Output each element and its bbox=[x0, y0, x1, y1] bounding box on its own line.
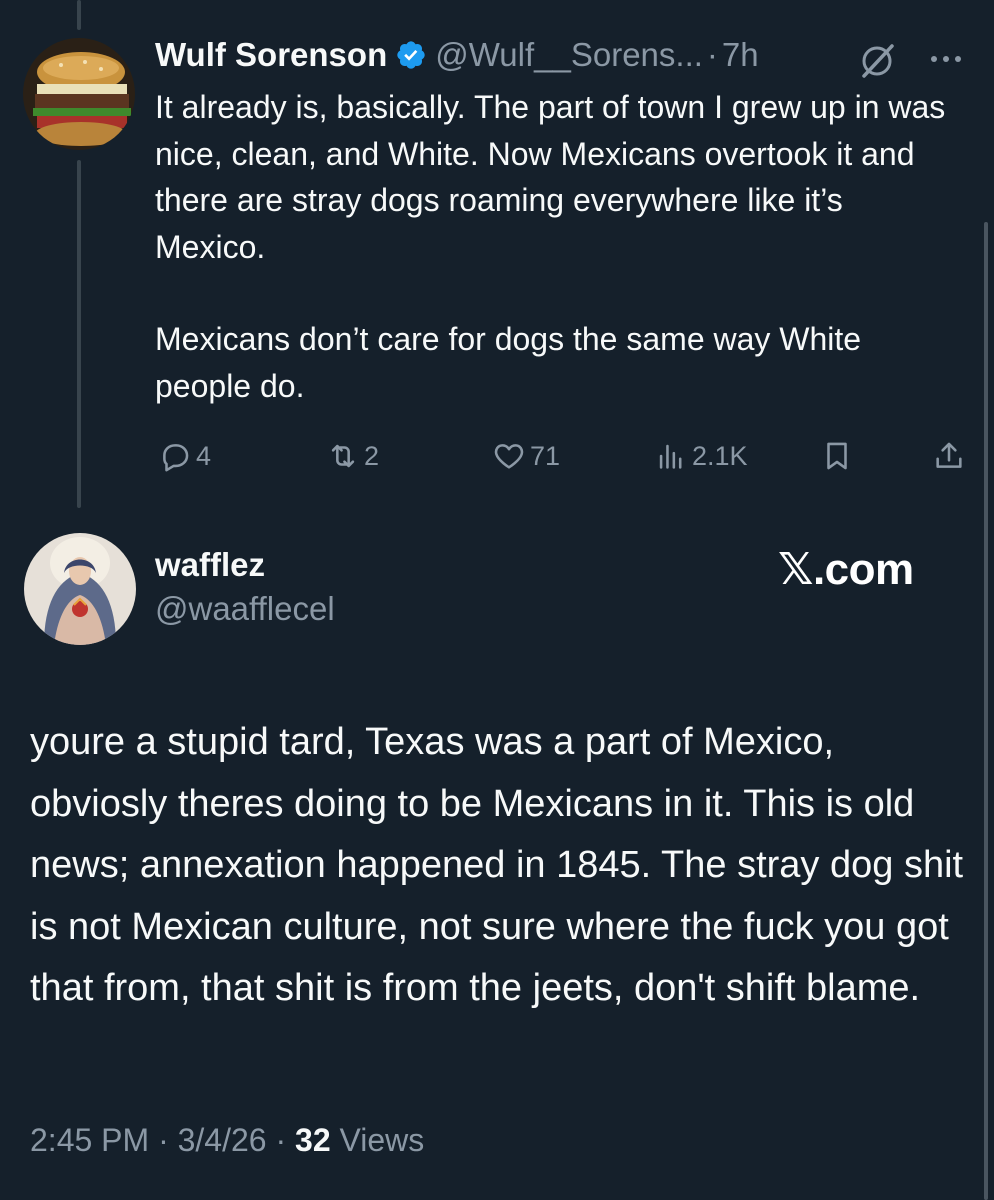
avatar[interactable] bbox=[24, 533, 136, 645]
reply-button[interactable]: 4 bbox=[158, 434, 211, 478]
heart-icon bbox=[494, 444, 524, 469]
separator: · bbox=[158, 1122, 169, 1158]
like-button[interactable]: 71 bbox=[492, 434, 560, 478]
like-count: 71 bbox=[530, 440, 561, 471]
tweet-paragraph: It already is, basically. The part of to… bbox=[155, 89, 946, 265]
reply-icon bbox=[163, 444, 189, 472]
share-button[interactable] bbox=[932, 434, 970, 478]
views-count: 2.1K bbox=[692, 440, 748, 471]
reply-count: 4 bbox=[196, 440, 212, 471]
burger-avatar-icon bbox=[23, 38, 135, 150]
avatar[interactable] bbox=[23, 38, 135, 150]
more-options-icon[interactable] bbox=[928, 44, 964, 74]
action-bar: 4 2 71 2.1K bbox=[0, 434, 994, 478]
post-date[interactable]: 3/4/26 bbox=[178, 1122, 267, 1158]
tweet-text: youre a stupid tard, Texas was a part of… bbox=[30, 721, 964, 1009]
verified-badge-icon bbox=[397, 41, 425, 69]
share-icon bbox=[936, 442, 962, 468]
separator: · bbox=[706, 36, 718, 73]
post-time[interactable]: 2:45 PM bbox=[30, 1122, 149, 1158]
views-button[interactable]: 2.1K bbox=[654, 434, 748, 478]
display-name[interactable]: Wulf Sorenson bbox=[155, 36, 387, 74]
timestamp[interactable]: 7h bbox=[722, 36, 759, 74]
user-handle[interactable]: @waafflecel bbox=[155, 590, 335, 628]
bookmark-button[interactable] bbox=[820, 434, 858, 478]
views-label: Views bbox=[339, 1122, 425, 1158]
religious-painting-avatar-icon bbox=[24, 533, 136, 645]
tweet-paragraph: Mexicans don’t care for dogs the same wa… bbox=[155, 321, 862, 404]
separator: · bbox=[275, 1122, 287, 1158]
repost-icon bbox=[331, 444, 355, 468]
views-count: 32 bbox=[295, 1122, 331, 1158]
grok-icon[interactable] bbox=[856, 38, 900, 82]
repost-count: 2 bbox=[364, 440, 380, 471]
display-name[interactable]: wafflez bbox=[155, 546, 265, 584]
tweet-meta: 2:45 PM · 3/4/26 · 32 Views bbox=[30, 1122, 424, 1159]
tweet-text: It already is, basically. The part of to… bbox=[155, 84, 955, 409]
x-logo-watermark: 𝕏.com bbox=[778, 545, 914, 594]
scrollbar[interactable] bbox=[984, 222, 988, 1200]
tweet-header: Wulf Sorenson @Wulf__Sorens... · 7h bbox=[155, 34, 759, 76]
repost-button[interactable]: 2 bbox=[326, 434, 379, 478]
user-handle[interactable]: @Wulf__Sorens... bbox=[435, 36, 703, 74]
thread-line-top bbox=[77, 0, 81, 30]
analytics-icon bbox=[659, 444, 682, 469]
bookmark-icon bbox=[827, 442, 847, 470]
